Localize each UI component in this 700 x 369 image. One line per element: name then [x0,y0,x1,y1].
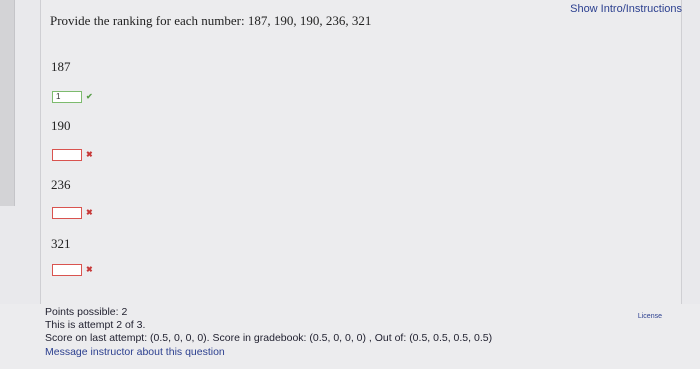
show-intro-link[interactable]: Show Intro/Instructions [570,3,682,15]
x-mark-icon: ✖ [86,265,93,274]
question-prompt: Provide the ranking for each number: 187… [50,13,372,28]
checkmark-icon: ✔ [86,92,93,101]
item-4-number: 321 [51,236,71,251]
item-3-number: 236 [51,177,71,192]
item-2-answer-input[interactable] [52,149,82,161]
item-2-number: 190 [51,118,71,133]
score-info: Score on last attempt: (0.5, 0, 0, 0). S… [45,332,493,344]
item-4-answer-input[interactable] [52,264,82,276]
license-link[interactable]: License [638,313,662,320]
message-instructor-link[interactable]: Message instructor about this question [45,346,225,358]
attempt-info: This is attempt 2 of 3. [45,319,146,331]
item-1-number: 187 [51,59,71,74]
item-1-answer-input[interactable]: 1 [52,91,82,103]
x-mark-icon: ✖ [86,150,93,159]
question-area [40,0,682,304]
left-panel-edge [0,0,15,206]
x-mark-icon: ✖ [86,208,93,217]
item-3-answer-input[interactable] [52,207,82,219]
points-possible: Points possible: 2 [45,306,128,318]
